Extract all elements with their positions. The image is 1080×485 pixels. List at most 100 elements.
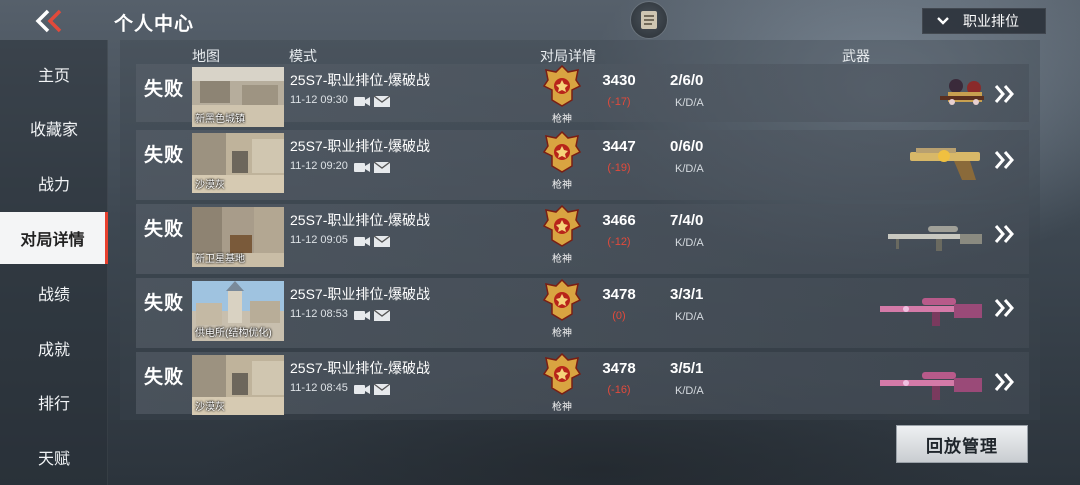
dual-girls-weapon-icon bbox=[836, 68, 986, 122]
pink-sniper-icon bbox=[836, 282, 986, 336]
kda-value: 2/6/0 bbox=[670, 72, 704, 89]
rank-name: 枪神 bbox=[552, 328, 572, 339]
envelope-icon[interactable] bbox=[373, 382, 391, 395]
kda-value: 3/3/1 bbox=[670, 286, 704, 303]
rank-badge-icon bbox=[542, 204, 582, 248]
rank-badge-icon bbox=[542, 130, 582, 174]
back-button[interactable] bbox=[30, 6, 70, 36]
sidebar-item-ranking[interactable]: 排行 bbox=[0, 376, 108, 428]
pink-sniper-icon bbox=[836, 356, 986, 410]
score-delta: (-19) bbox=[607, 162, 631, 174]
kda-label: K/D/A bbox=[675, 311, 704, 323]
rank-score: 3447 bbox=[602, 138, 636, 155]
map-thumbnail: 沙漠灰 bbox=[192, 355, 284, 415]
double-chevron-right-icon[interactable] bbox=[990, 370, 1018, 394]
double-chevron-right-icon[interactable] bbox=[990, 222, 1018, 246]
match-row[interactable]: 失败沙漠灰 25S7-职业排位-爆破战 11-12 09:20 枪神 3447 (-19)… bbox=[136, 130, 1029, 200]
document-icon bbox=[641, 11, 657, 29]
match-result: 失败 bbox=[144, 367, 185, 388]
filter-label: 职业排位 bbox=[963, 13, 1019, 29]
sidebar: 主页 收藏家 战力 对局详情 战绩 成就 排行 天赋 bbox=[0, 40, 108, 485]
rank-badge-icon bbox=[542, 64, 582, 108]
match-result: 失败 bbox=[144, 293, 185, 314]
sidebar-item-power[interactable]: 战力 bbox=[0, 157, 108, 209]
map-name: 沙漠灰 bbox=[195, 180, 225, 191]
kda-label: K/D/A bbox=[675, 163, 704, 175]
top-bar: 个人中心 职业排位 bbox=[0, 0, 1080, 40]
match-result: 失败 bbox=[144, 219, 185, 240]
video-camera-icon[interactable] bbox=[354, 382, 370, 394]
column-header-weapon: 武器 bbox=[842, 48, 870, 64]
rank-name: 枪神 bbox=[552, 254, 572, 265]
kda-value: 7/4/0 bbox=[670, 212, 704, 229]
kda-value: 0/6/0 bbox=[670, 138, 704, 155]
envelope-icon[interactable] bbox=[373, 308, 391, 321]
score-delta: (-12) bbox=[607, 236, 631, 248]
video-camera-icon[interactable] bbox=[354, 94, 370, 106]
sidebar-item-talent[interactable]: 天赋 bbox=[0, 431, 108, 483]
map-thumbnail: 新黑色城镇 bbox=[192, 67, 284, 127]
envelope-icon[interactable] bbox=[373, 160, 391, 173]
match-time: 11-12 09:20 bbox=[290, 160, 348, 172]
rank-score: 3466 bbox=[602, 212, 636, 229]
rank-badge-icon bbox=[542, 352, 582, 396]
video-camera-icon[interactable] bbox=[354, 308, 370, 320]
match-mode: 25S7-职业排位-爆破战 bbox=[290, 212, 431, 228]
column-header-details: 对局详情 bbox=[540, 48, 596, 64]
match-row[interactable]: 失败供电所(结构优化) 25S7-职业排位-爆破战 11-12 08:53 枪神 347… bbox=[136, 278, 1029, 348]
mode-filter-dropdown[interactable]: 职业排位 bbox=[922, 8, 1046, 34]
map-thumbnail: 沙漠灰 bbox=[192, 133, 284, 193]
map-name: 新卫星基地 bbox=[195, 254, 245, 265]
double-chevron-right-icon[interactable] bbox=[990, 296, 1018, 320]
match-mode: 25S7-职业排位-爆破战 bbox=[290, 286, 431, 302]
score-delta: (0) bbox=[612, 310, 626, 322]
table-header: 地图 模式 对局详情 武器 bbox=[120, 46, 1040, 66]
kda-label: K/D/A bbox=[675, 97, 704, 109]
replay-management-button[interactable]: 回放管理 bbox=[896, 425, 1028, 463]
kda-label: K/D/A bbox=[675, 385, 704, 397]
kda-value: 3/5/1 bbox=[670, 360, 704, 377]
golden-pistol-icon bbox=[836, 134, 986, 188]
sidebar-item-record[interactable]: 战绩 bbox=[0, 267, 108, 319]
score-delta: (-17) bbox=[607, 96, 631, 108]
rank-score: 3478 bbox=[602, 360, 636, 377]
rank-badge-icon bbox=[542, 278, 582, 322]
sidebar-item-home[interactable]: 主页 bbox=[0, 48, 108, 100]
map-name: 供电所(结构优化) bbox=[195, 328, 272, 339]
rank-name: 枪神 bbox=[552, 180, 572, 191]
video-camera-icon[interactable] bbox=[354, 234, 370, 246]
rank-score: 3478 bbox=[602, 286, 636, 303]
envelope-icon[interactable] bbox=[373, 234, 391, 247]
double-chevron-left-icon bbox=[35, 9, 62, 33]
sidebar-item-match-details[interactable]: 对局详情 bbox=[0, 212, 108, 264]
match-result: 失败 bbox=[144, 145, 185, 166]
match-time: 11-12 09:05 bbox=[290, 234, 348, 246]
match-result: 失败 bbox=[144, 79, 185, 100]
double-chevron-right-icon[interactable] bbox=[990, 82, 1018, 106]
video-camera-icon[interactable] bbox=[354, 160, 370, 172]
rank-name: 枪神 bbox=[552, 402, 572, 413]
notes-button[interactable] bbox=[630, 1, 668, 39]
match-mode: 25S7-职业排位-爆破战 bbox=[290, 360, 431, 376]
map-name: 新黑色城镇 bbox=[195, 114, 245, 125]
match-time: 11-12 08:45 bbox=[290, 382, 348, 394]
envelope-icon[interactable] bbox=[373, 94, 391, 107]
column-header-mode: 模式 bbox=[289, 48, 317, 64]
match-row[interactable]: 失败沙漠灰 25S7-职业排位-爆破战 11-12 08:45 枪神 3478 (-16)… bbox=[136, 352, 1029, 415]
sniper-rifle-icon bbox=[836, 208, 986, 262]
chevron-down-icon bbox=[923, 13, 963, 29]
double-chevron-right-icon[interactable] bbox=[990, 148, 1018, 172]
match-row[interactable]: 失败新卫星基地 25S7-职业排位-爆破战 11-12 09:05 枪神 3466 (-1… bbox=[136, 204, 1029, 274]
column-header-map: 地图 bbox=[192, 48, 220, 64]
page-title: 个人中心 bbox=[114, 14, 195, 35]
sidebar-item-achievements[interactable]: 成就 bbox=[0, 322, 108, 374]
match-time: 11-12 08:53 bbox=[290, 308, 348, 320]
match-mode: 25S7-职业排位-爆破战 bbox=[290, 72, 431, 88]
score-delta: (-16) bbox=[607, 384, 631, 396]
map-thumbnail: 供电所(结构优化) bbox=[192, 281, 284, 341]
match-mode: 25S7-职业排位-爆破战 bbox=[290, 138, 431, 154]
match-row[interactable]: 失败 新黑色城镇 25S7-职业排位-爆破战 11-12 09:30 枪神 3430 (-1… bbox=[136, 64, 1029, 127]
map-name: 沙漠灰 bbox=[195, 402, 225, 413]
sidebar-item-collector[interactable]: 收藏家 bbox=[0, 102, 108, 154]
rank-score: 3430 bbox=[602, 72, 636, 89]
